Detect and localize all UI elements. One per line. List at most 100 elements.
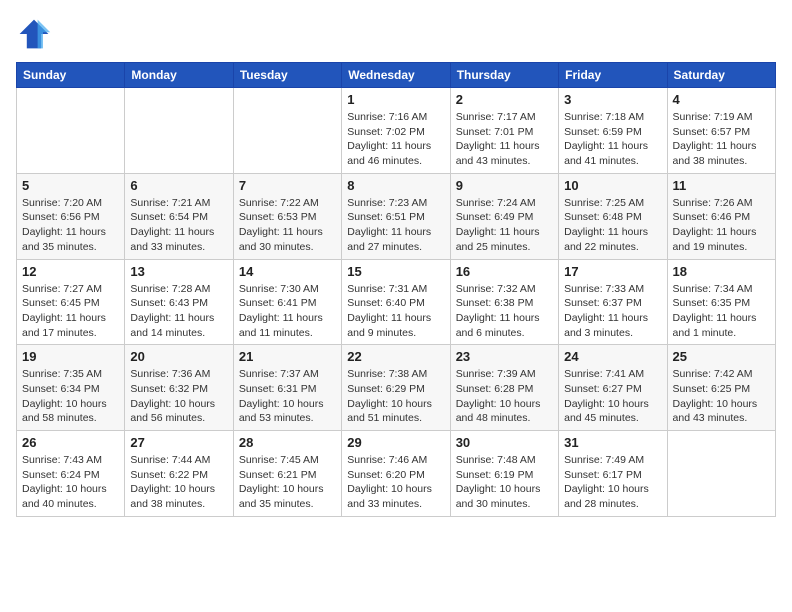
logo	[16, 16, 56, 52]
calendar-cell: 10Sunrise: 7:25 AMSunset: 6:48 PMDayligh…	[559, 173, 667, 259]
logo-icon	[16, 16, 52, 52]
calendar-cell: 16 Sunrise: 7:32 AMSunset: 6:38 PMDayligh…	[450, 259, 558, 345]
day-number: 25	[673, 349, 770, 364]
day-info: Sunrise: 7:20 AMSunset: 6:56 PMDaylight:…	[22, 196, 119, 255]
day-number: 1	[347, 92, 444, 107]
calendar-cell: 26 Sunrise: 7:43 AMSunset: 6:24 PMDayligh…	[17, 431, 125, 517]
calendar-cell: 14 Sunrise: 7:30 AMSunset: 6:41 PMDayligh…	[233, 259, 341, 345]
day-info: Sunrise: 7:23 AMSunset: 6:51 PMDaylight:…	[347, 196, 444, 255]
calendar-cell: 7 Sunrise: 7:22 AMSunset: 6:53 PMDaylight…	[233, 173, 341, 259]
calendar-cell: 2Sunrise: 7:17 AMSunset: 7:01 PMDaylight…	[450, 88, 558, 174]
day-number: 18	[673, 264, 770, 279]
day-number: 13	[130, 264, 227, 279]
day-info: Sunrise: 7:36 AMSunset: 6:32 PMDaylight:…	[130, 367, 227, 426]
calendar-cell: 8 Sunrise: 7:23 AMSunset: 6:51 PMDaylight…	[342, 173, 450, 259]
day-info: Sunrise: 7:18 AMSunset: 6:59 PMDaylight:…	[564, 110, 661, 169]
calendar-cell	[17, 88, 125, 174]
calendar-cell	[233, 88, 341, 174]
day-info: Sunrise: 7:19 AMSunset: 6:57 PMDaylight:…	[673, 110, 770, 169]
day-number: 31	[564, 435, 661, 450]
day-number: 20	[130, 349, 227, 364]
calendar-week-row: 5 Sunrise: 7:20 AMSunset: 6:56 PMDaylight…	[17, 173, 776, 259]
day-number: 4	[673, 92, 770, 107]
day-info: Sunrise: 7:22 AMSunset: 6:53 PMDaylight:…	[239, 196, 336, 255]
day-of-week-header: Thursday	[450, 63, 558, 88]
day-number: 29	[347, 435, 444, 450]
calendar-cell: 1Sunrise: 7:16 AMSunset: 7:02 PMDaylight…	[342, 88, 450, 174]
day-number: 28	[239, 435, 336, 450]
calendar-cell: 28 Sunrise: 7:45 AMSunset: 6:21 PMDayligh…	[233, 431, 341, 517]
day-number: 14	[239, 264, 336, 279]
calendar-cell: 21 Sunrise: 7:37 AMSunset: 6:31 PMDayligh…	[233, 345, 341, 431]
day-number: 12	[22, 264, 119, 279]
day-info: Sunrise: 7:39 AMSunset: 6:28 PMDaylight:…	[456, 367, 553, 426]
calendar-cell: 27 Sunrise: 7:44 AMSunset: 6:22 PMDayligh…	[125, 431, 233, 517]
day-number: 8	[347, 178, 444, 193]
day-number: 24	[564, 349, 661, 364]
day-number: 6	[130, 178, 227, 193]
calendar-cell: 23 Sunrise: 7:39 AMSunset: 6:28 PMDayligh…	[450, 345, 558, 431]
day-number: 17	[564, 264, 661, 279]
calendar-cell: 25 Sunrise: 7:42 AMSunset: 6:25 PMDayligh…	[667, 345, 775, 431]
day-info: Sunrise: 7:26 AMSunset: 6:46 PMDaylight:…	[673, 196, 770, 255]
calendar-cell: 19 Sunrise: 7:35 AMSunset: 6:34 PMDayligh…	[17, 345, 125, 431]
day-info: Sunrise: 7:31 AMSunset: 6:40 PMDaylight:…	[347, 282, 444, 341]
day-info: Sunrise: 7:35 AMSunset: 6:34 PMDaylight:…	[22, 367, 119, 426]
day-info: Sunrise: 7:33 AMSunset: 6:37 PMDaylight:…	[564, 282, 661, 341]
calendar-cell: 4 Sunrise: 7:19 AMSunset: 6:57 PMDaylight…	[667, 88, 775, 174]
day-number: 16	[456, 264, 553, 279]
calendar-cell: 11 Sunrise: 7:26 AMSunset: 6:46 PMDayligh…	[667, 173, 775, 259]
calendar-week-row: 26 Sunrise: 7:43 AMSunset: 6:24 PMDayligh…	[17, 431, 776, 517]
day-info: Sunrise: 7:48 AMSunset: 6:19 PMDaylight:…	[456, 453, 553, 512]
day-info: Sunrise: 7:24 AMSunset: 6:49 PMDaylight:…	[456, 196, 553, 255]
calendar-cell: 24 Sunrise: 7:41 AMSunset: 6:27 PMDayligh…	[559, 345, 667, 431]
calendar-cell: 6 Sunrise: 7:21 AMSunset: 6:54 PMDaylight…	[125, 173, 233, 259]
day-number: 11	[673, 178, 770, 193]
calendar-week-row: 19 Sunrise: 7:35 AMSunset: 6:34 PMDayligh…	[17, 345, 776, 431]
day-number: 5	[22, 178, 119, 193]
day-info: Sunrise: 7:30 AMSunset: 6:41 PMDaylight:…	[239, 282, 336, 341]
calendar-cell: 17 Sunrise: 7:33 AMSunset: 6:37 PMDayligh…	[559, 259, 667, 345]
day-info: Sunrise: 7:49 AMSunset: 6:17 PMDaylight:…	[564, 453, 661, 512]
day-of-week-header: Wednesday	[342, 63, 450, 88]
day-info: Sunrise: 7:32 AMSunset: 6:38 PMDaylight:…	[456, 282, 553, 341]
day-info: Sunrise: 7:17 AMSunset: 7:01 PMDaylight:…	[456, 110, 553, 169]
day-info: Sunrise: 7:45 AMSunset: 6:21 PMDaylight:…	[239, 453, 336, 512]
day-info: Sunrise: 7:37 AMSunset: 6:31 PMDaylight:…	[239, 367, 336, 426]
day-info: Sunrise: 7:44 AMSunset: 6:22 PMDaylight:…	[130, 453, 227, 512]
day-number: 30	[456, 435, 553, 450]
day-number: 15	[347, 264, 444, 279]
calendar-cell: 31 Sunrise: 7:49 AMSunset: 6:17 PMDayligh…	[559, 431, 667, 517]
day-number: 9	[456, 178, 553, 193]
calendar-cell: 30 Sunrise: 7:48 AMSunset: 6:19 PMDayligh…	[450, 431, 558, 517]
day-info: Sunrise: 7:25 AMSunset: 6:48 PMDaylight:…	[564, 196, 661, 255]
calendar-week-row: 1Sunrise: 7:16 AMSunset: 7:02 PMDaylight…	[17, 88, 776, 174]
day-info: Sunrise: 7:28 AMSunset: 6:43 PMDaylight:…	[130, 282, 227, 341]
day-number: 23	[456, 349, 553, 364]
day-number: 27	[130, 435, 227, 450]
calendar-cell: 18 Sunrise: 7:34 AMSunset: 6:35 PMDayligh…	[667, 259, 775, 345]
day-number: 3	[564, 92, 661, 107]
day-info: Sunrise: 7:41 AMSunset: 6:27 PMDaylight:…	[564, 367, 661, 426]
calendar-cell: 15 Sunrise: 7:31 AMSunset: 6:40 PMDayligh…	[342, 259, 450, 345]
day-number: 21	[239, 349, 336, 364]
day-info: Sunrise: 7:34 AMSunset: 6:35 PMDaylight:…	[673, 282, 770, 341]
day-info: Sunrise: 7:42 AMSunset: 6:25 PMDaylight:…	[673, 367, 770, 426]
calendar-cell: 5 Sunrise: 7:20 AMSunset: 6:56 PMDaylight…	[17, 173, 125, 259]
page-header	[16, 16, 776, 52]
day-info: Sunrise: 7:43 AMSunset: 6:24 PMDaylight:…	[22, 453, 119, 512]
calendar-week-row: 12 Sunrise: 7:27 AMSunset: 6:45 PMDayligh…	[17, 259, 776, 345]
day-number: 7	[239, 178, 336, 193]
day-number: 22	[347, 349, 444, 364]
calendar-cell: 12 Sunrise: 7:27 AMSunset: 6:45 PMDayligh…	[17, 259, 125, 345]
day-number: 19	[22, 349, 119, 364]
calendar-cell	[667, 431, 775, 517]
calendar-cell: 3 Sunrise: 7:18 AMSunset: 6:59 PMDaylight…	[559, 88, 667, 174]
day-of-week-header: Saturday	[667, 63, 775, 88]
day-info: Sunrise: 7:27 AMSunset: 6:45 PMDaylight:…	[22, 282, 119, 341]
calendar-cell: 13 Sunrise: 7:28 AMSunset: 6:43 PMDayligh…	[125, 259, 233, 345]
calendar-cell: 22 Sunrise: 7:38 AMSunset: 6:29 PMDayligh…	[342, 345, 450, 431]
day-info: Sunrise: 7:21 AMSunset: 6:54 PMDaylight:…	[130, 196, 227, 255]
day-info: Sunrise: 7:38 AMSunset: 6:29 PMDaylight:…	[347, 367, 444, 426]
day-number: 26	[22, 435, 119, 450]
